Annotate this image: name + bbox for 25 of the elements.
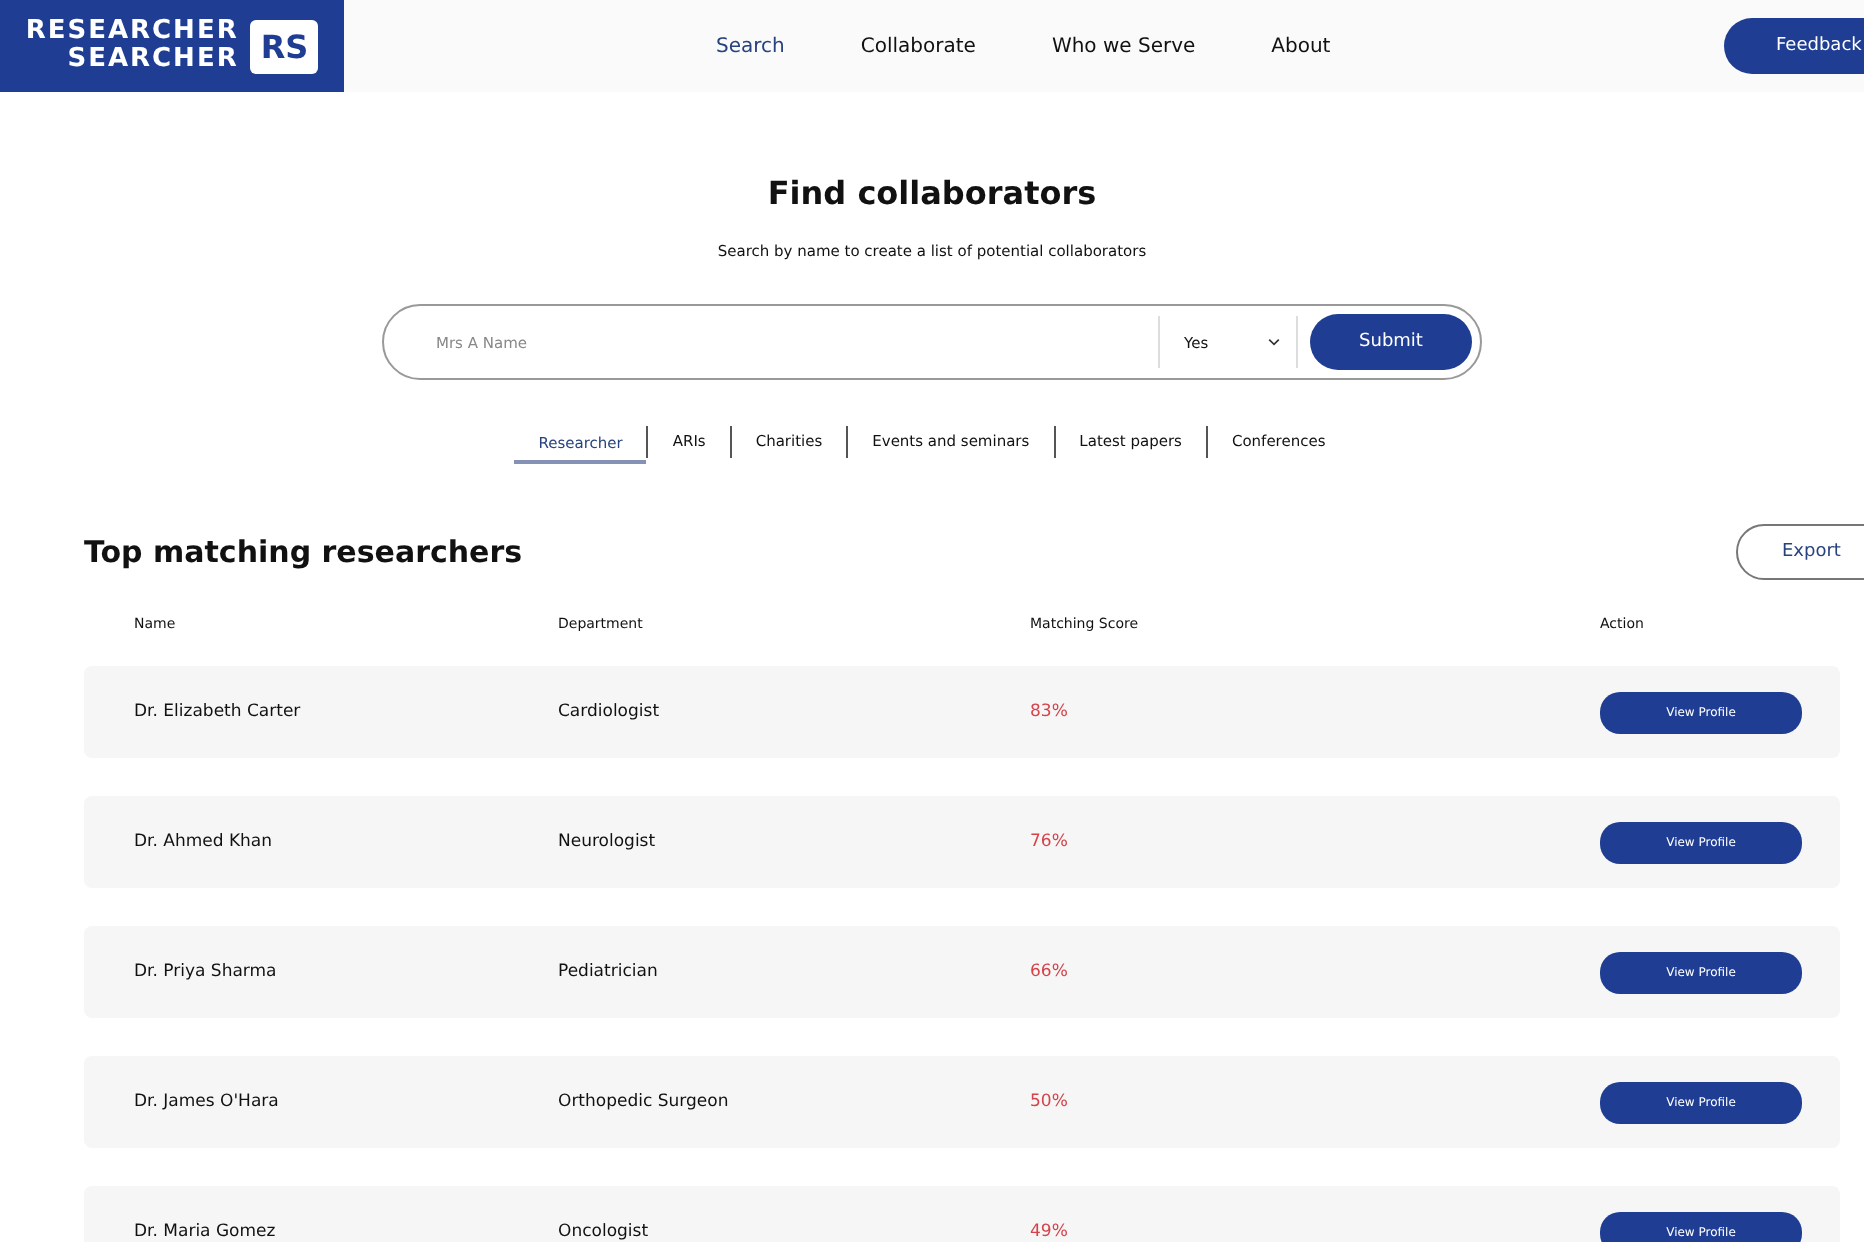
- department-cell-text: Pediatrician: [558, 962, 660, 982]
- department-cell-text: Neurologist: [558, 832, 658, 852]
- department-cell-text: Orthopedic Surgeon: [558, 1092, 731, 1112]
- name-cell-text: Dr. James O'Hara: [134, 1092, 281, 1112]
- page-title: Find collaborators: [765, 174, 1099, 212]
- score-cell-text: 50%: [1030, 1092, 1070, 1112]
- name-cell-text: Dr. Priya Sharma: [134, 962, 279, 982]
- score-cell-text: 49%: [1030, 1222, 1070, 1242]
- name-cell-text: Dr. Maria Gomez: [134, 1222, 278, 1242]
- score-cell-text: 76%: [1030, 832, 1070, 852]
- score-cell-text: 66%: [1030, 962, 1070, 982]
- nav-link[interactable]: Who we Serve: [1051, 35, 1196, 57]
- nav-link[interactable]: Search: [716, 35, 785, 57]
- nav-link[interactable]: About: [1271, 35, 1331, 57]
- submit-button[interactable]: Submit: [1310, 314, 1472, 370]
- nav-link[interactable]: Collaborate: [860, 35, 976, 57]
- name-cell-text: Dr. Ahmed Khan: [134, 832, 275, 852]
- score-cell-text: 83%: [1030, 702, 1070, 722]
- department-cell-text: Oncologist: [558, 1222, 651, 1242]
- section-heading: Top matching researchers: [84, 534, 523, 570]
- export-button[interactable]: Export: [1736, 524, 1864, 580]
- chevron-down-icon: [1268, 338, 1280, 346]
- department-cell-text: Cardiologist: [558, 702, 662, 722]
- name-cell-text: Dr. Elizabeth Carter: [134, 702, 303, 722]
- feedback-button[interactable]: Feedback: [1724, 18, 1864, 74]
